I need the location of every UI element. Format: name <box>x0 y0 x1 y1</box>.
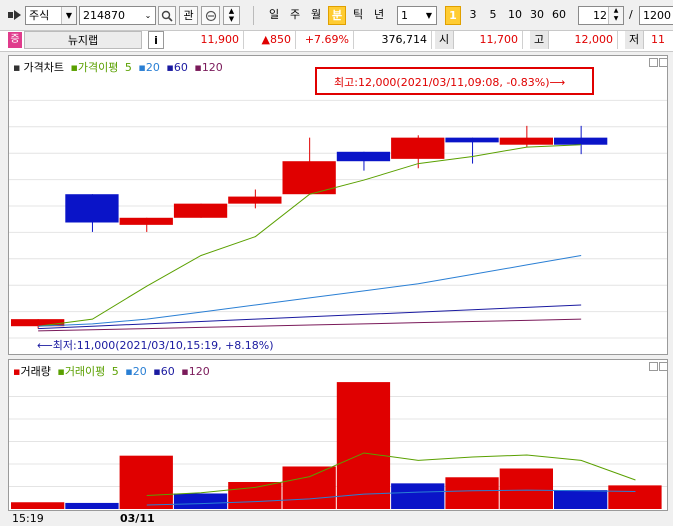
period-tick[interactable]: 틱 <box>349 6 367 25</box>
ma-line <box>38 255 582 327</box>
period-minute[interactable]: 분 <box>328 6 346 25</box>
volume-bar <box>391 483 445 509</box>
volume-bar <box>499 468 553 509</box>
volume-bar <box>282 466 336 509</box>
candle <box>336 151 391 162</box>
total-count-value: 1200 <box>643 9 671 22</box>
interval-select[interactable]: 1 ▼ <box>397 6 437 25</box>
info-button[interactable]: i <box>148 31 164 49</box>
period-year[interactable]: 년 <box>370 6 388 25</box>
panel-switch-icon[interactable] <box>8 9 22 21</box>
volume-bar <box>554 490 608 509</box>
period-week[interactable]: 주 <box>286 6 304 25</box>
spin-icon[interactable]: ▲ ▼ <box>608 7 623 24</box>
search-icon <box>161 10 173 22</box>
minute-3-button[interactable]: 3 <box>465 6 481 25</box>
open-price: 11,700 <box>453 31 523 49</box>
candle <box>445 137 499 143</box>
price-chart-panel[interactable]: ▪ 가격차트 ▪가격이평 5 ▪20 ▪60 ▪120 최고:12,000(202… <box>8 55 668 355</box>
market-select-value: 주식 <box>29 9 50 22</box>
candle <box>173 203 228 218</box>
low-annotation: ⟵최저:11,000(2021/03/10,15:19, +8.18%) <box>37 339 274 352</box>
spin-button[interactable]: ▲ ▼ <box>223 6 240 25</box>
chevron-down-icon[interactable]: ▼ <box>422 7 436 24</box>
minute-60-button[interactable]: 60 <box>549 6 569 25</box>
open-label: 시 <box>435 31 454 49</box>
volume-chart-svg <box>9 382 667 509</box>
high-price: 12,000 <box>548 31 618 49</box>
x-axis-label: 15:19 <box>12 512 44 525</box>
low-label: 저 <box>625 31 644 49</box>
period-day[interactable]: 일 <box>265 6 283 25</box>
price-change: ▲850 <box>244 31 296 49</box>
stock-code-value: 214870 <box>83 9 125 22</box>
minute-1-button[interactable]: 1 <box>445 6 461 25</box>
link-icon <box>205 10 216 22</box>
chevron-down-icon[interactable]: ▼ <box>61 7 76 24</box>
volume-bar <box>119 455 173 509</box>
volume-bar <box>336 382 391 509</box>
minute-10-button[interactable]: 10 <box>505 6 525 25</box>
exchange-badge: 증 <box>8 32 22 48</box>
candle <box>391 137 445 159</box>
candle <box>499 137 553 145</box>
count-input[interactable]: 12 ▲ ▼ <box>578 6 624 25</box>
candle <box>228 196 282 204</box>
volume-bar <box>65 502 119 509</box>
current-price: 11,900 <box>172 31 244 49</box>
market-select[interactable]: 주식 ▼ <box>25 6 77 25</box>
volume-bar <box>173 493 228 509</box>
link-button[interactable] <box>201 6 220 25</box>
x-axis: 15:19 03/11 <box>0 511 673 526</box>
high-annotation: 최고:12,000(2021/03/11,09:08, -0.83%)⟶ <box>334 76 566 89</box>
price-chart-svg <box>9 99 667 339</box>
interval-value: 1 <box>401 9 408 22</box>
candle <box>119 217 173 225</box>
volume-bar <box>608 485 662 509</box>
minute-30-button[interactable]: 30 <box>527 6 547 25</box>
interest-button[interactable]: 관 <box>179 6 198 25</box>
search-button[interactable] <box>158 6 176 25</box>
count-slash: / <box>629 8 633 21</box>
volume-value: 376,714 <box>354 31 432 49</box>
volume-bar <box>11 502 65 509</box>
high-label: 고 <box>530 31 549 49</box>
period-month[interactable]: 월 <box>307 6 325 25</box>
volume-bar <box>228 482 282 509</box>
total-count-input[interactable]: 1200 <box>639 6 673 25</box>
low-price: 11 <box>651 33 665 46</box>
toolbar: 주식 ▼ 214870 ⌄ 관 ▲ ▼ 일 주 월 분 틱 년 1 ▼ 1 3 5… <box>0 0 673 30</box>
count-value: 12 <box>593 9 607 22</box>
x-axis-label: 03/11 <box>120 512 155 525</box>
volume-chart-panel[interactable]: ▪거래량 ▪거래이평 5 ▪20 ▪60 ▪120 <box>8 359 668 511</box>
stock-code-input[interactable]: 214870 ⌄ <box>79 6 156 25</box>
stock-name[interactable]: 뉴지랩 <box>24 31 142 49</box>
candle <box>65 194 119 223</box>
toolbar-divider <box>253 6 254 25</box>
candle <box>554 137 608 145</box>
chevron-down-icon[interactable]: ⌄ <box>141 7 155 24</box>
minute-5-button[interactable]: 5 <box>485 6 501 25</box>
change-percent: +7.69% <box>296 31 354 49</box>
volume-bar <box>445 477 499 509</box>
